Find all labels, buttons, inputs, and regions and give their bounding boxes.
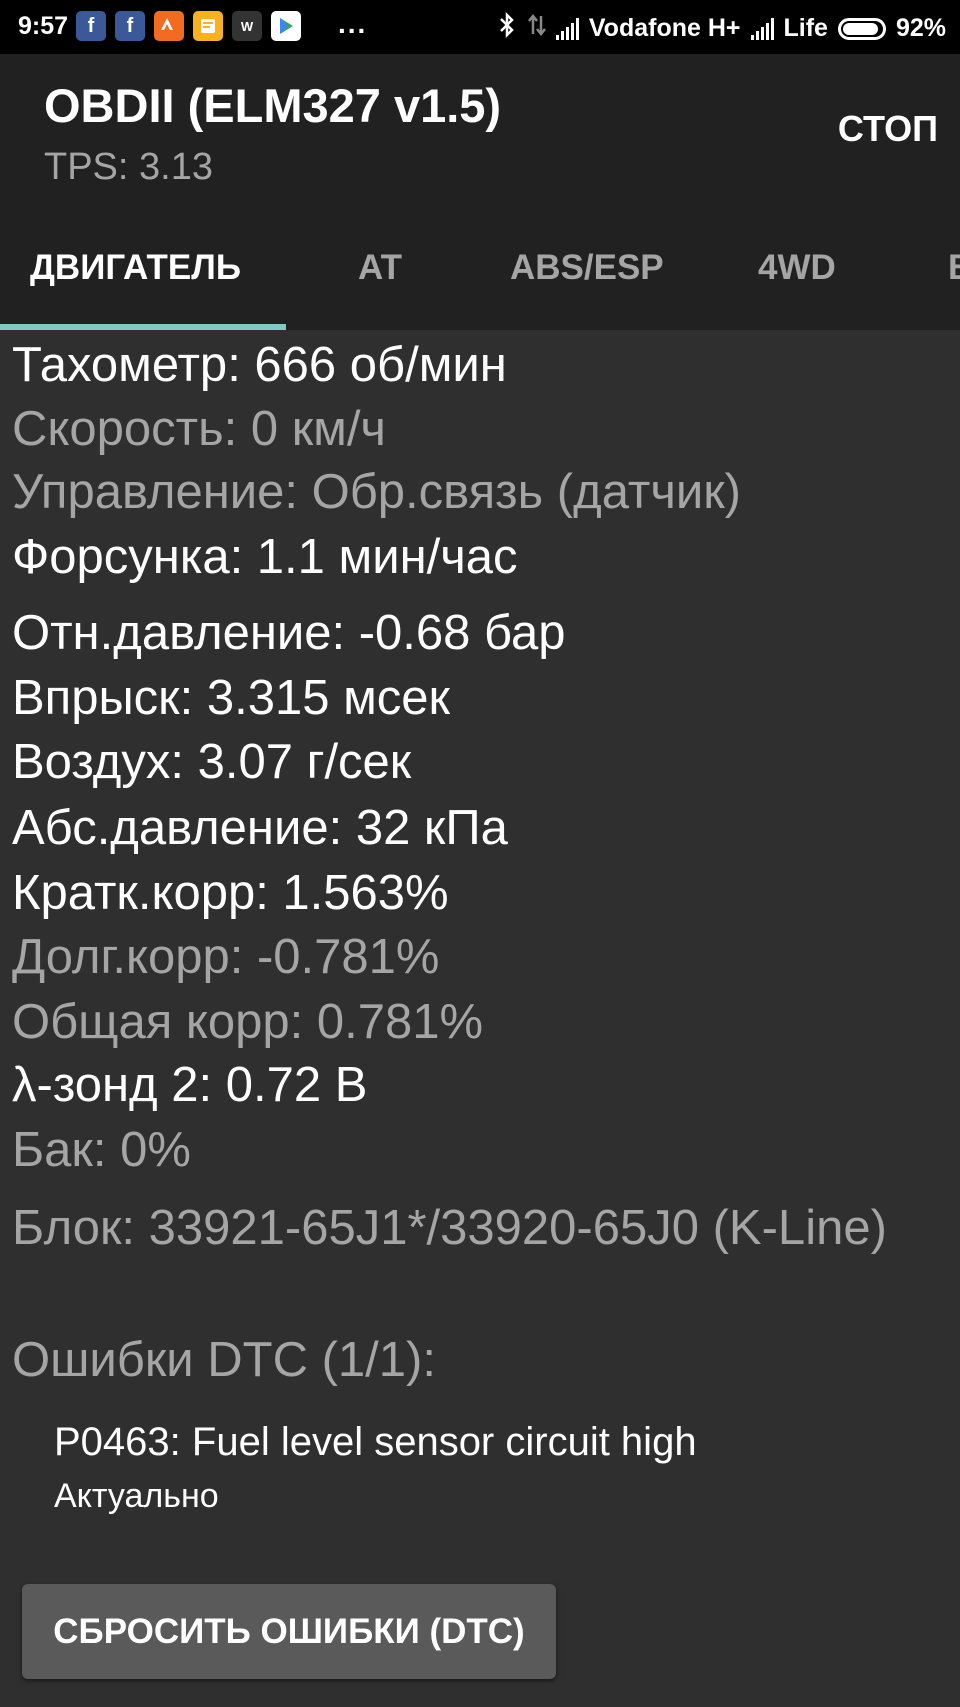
param-control: Управление: Обр.связь (датчик): [12, 465, 741, 519]
app-subtitle: TPS: 3.13: [44, 146, 213, 188]
tab-bar: ДВИГАТЕЛЬ AT ABS/ESP 4WD В: [0, 204, 960, 330]
signal-icon: [750, 17, 774, 40]
battery-icon: [837, 17, 886, 40]
tab-indicator: [0, 324, 286, 330]
tab-next[interactable]: В: [948, 248, 960, 288]
strava-icon: [154, 11, 184, 41]
w-app-icon: W: [232, 11, 262, 41]
carrier-name-1: Vodafone H+: [588, 14, 741, 42]
dtc-code: P0463: Fuel level sensor circuit high: [54, 1420, 697, 1464]
param-lambda-2: λ-зонд 2: 0.72 В: [12, 1058, 368, 1112]
tab-at[interactable]: AT: [358, 248, 402, 288]
param-speed: Скорость: 0 км/ч: [12, 402, 386, 456]
param-rel-pressure: Отн.давление: -0.68 бар: [12, 606, 566, 660]
dtc-header: Ошибки DTC (1/1):: [12, 1333, 436, 1387]
play-store-icon: [271, 11, 301, 41]
param-short-trim: Кратк.корр: 1.563%: [12, 866, 449, 920]
bluetooth-icon: [496, 11, 518, 45]
dtc-status: Актуально: [54, 1477, 219, 1515]
param-fuel-tank: Бак: 0%: [12, 1123, 191, 1177]
status-bar: 9:57 f f W ... Vodafone H+ Life 92%: [0, 0, 960, 54]
tab-engine[interactable]: ДВИГАТЕЛЬ: [30, 248, 241, 288]
app-bar: OBDII (ELM327 v1.5) TPS: 3.13 СТОП: [0, 54, 960, 204]
tab-4wd[interactable]: 4WD: [758, 248, 836, 288]
param-injection: Впрыск: 3.315 мсек: [12, 671, 450, 725]
status-time: 9:57: [18, 12, 69, 40]
param-tachometer: Тахометр: 666 об/мин: [12, 338, 507, 392]
param-air: Воздух: 3.07 г/сек: [12, 735, 412, 789]
facebook-icon: f: [115, 11, 145, 41]
carrier-name-2: Life: [783, 14, 828, 42]
param-injector: Форсунка: 1.1 мин/час: [12, 530, 518, 584]
more-notifications: ...: [338, 8, 368, 39]
data-transfer-icon: [527, 12, 546, 45]
stop-button[interactable]: СТОП: [838, 108, 938, 150]
signal-icon: [555, 17, 579, 40]
param-abs-pressure: Абс.давление: 32 кПа: [12, 801, 508, 855]
notes-icon: [193, 11, 223, 41]
dtc-list-item: P0463: Fuel level sensor circuit high Ак…: [54, 1420, 697, 1516]
ecu-block-info: Блок: 33921-65J1*/33920-65J0 (K-Line): [12, 1201, 887, 1255]
facebook-icon: f: [76, 11, 106, 41]
param-long-trim: Долг.корр: -0.781%: [12, 930, 440, 984]
tab-abs-esp[interactable]: ABS/ESP: [510, 248, 664, 288]
param-total-trim: Общая корр: 0.781%: [12, 995, 484, 1049]
reset-dtc-button[interactable]: СБРОСИТЬ ОШИБКИ (DTC): [22, 1584, 556, 1679]
status-right: Vodafone H+ Life 92%: [496, 11, 946, 45]
battery-percent: 92%: [895, 14, 946, 42]
app-title: OBDII (ELM327 v1.5): [44, 79, 502, 132]
